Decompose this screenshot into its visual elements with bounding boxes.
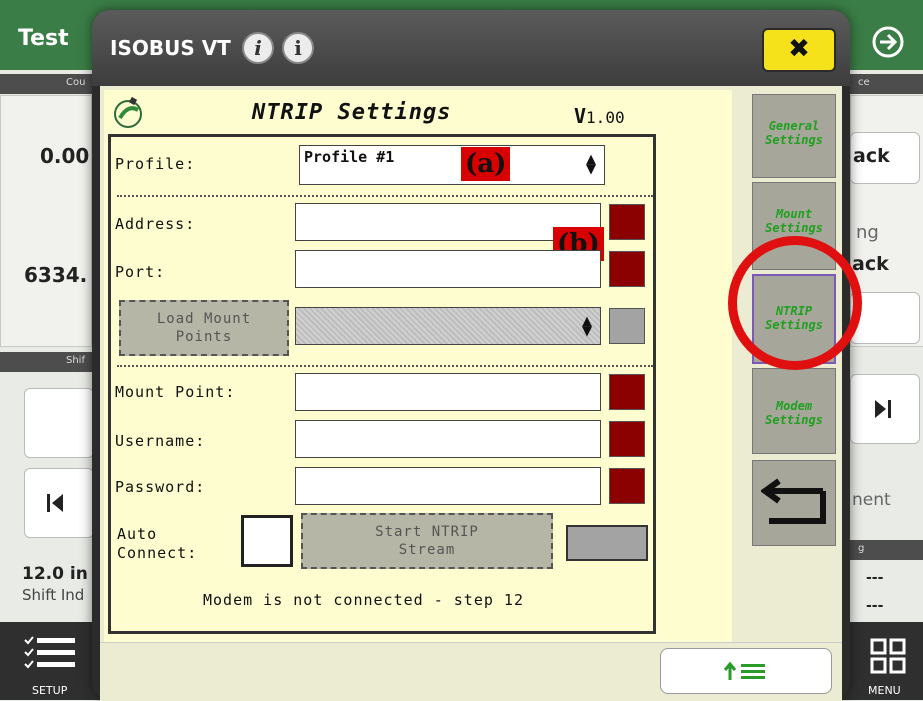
load-mount-points-line2: Points xyxy=(175,329,233,345)
left-blank-button[interactable] xyxy=(24,388,94,458)
up-down-arrows-icon: ▲ ▼ xyxy=(582,314,592,339)
auto-connect-checkbox[interactable] xyxy=(241,515,293,567)
softkey-label: Settings xyxy=(765,413,823,427)
softkey-modem-settings[interactable]: Modem Settings xyxy=(752,368,836,454)
username-status-indicator xyxy=(609,421,645,457)
mount-point-label: Mount Point: xyxy=(115,383,236,401)
auto-connect-line2: Connect: xyxy=(117,544,198,562)
password-label: Password: xyxy=(115,478,206,496)
up-down-arrows-icon: ▲ ▼ xyxy=(586,152,596,177)
password-input[interactable] xyxy=(295,467,601,505)
profile-label: Profile: xyxy=(115,155,196,173)
menu-button[interactable]: MENU xyxy=(862,634,914,697)
previous-track-button[interactable] xyxy=(24,468,94,538)
app-title: Test xyxy=(18,26,69,51)
softkey-label: Modem xyxy=(775,399,813,413)
divider xyxy=(117,365,653,367)
dashes-1: --- xyxy=(866,570,884,586)
menu-label: MENU xyxy=(868,684,901,697)
left-value-1: 0.00 xyxy=(40,144,90,168)
info-icon[interactable]: i xyxy=(242,32,274,64)
right-column-header: ce xyxy=(850,74,923,94)
softkey-label: Settings xyxy=(765,221,823,235)
highlight-ring xyxy=(728,236,862,370)
close-button[interactable]: ✖ xyxy=(762,28,836,72)
vt-title: ISOBUS VT xyxy=(110,36,231,60)
address-status-indicator xyxy=(609,204,645,240)
profile-select[interactable]: Profile #1 ▲ ▼ xyxy=(299,145,605,185)
isobus-vt-window: ISOBUS VT i i ✖ NTRIP Settings V1.00 Pro… xyxy=(92,10,862,701)
version-number: 1.00 xyxy=(586,108,625,127)
profile-value: Profile #1 xyxy=(304,148,395,166)
softkey-back[interactable] xyxy=(752,460,836,546)
status-message: Modem is not connected - step 12 xyxy=(203,591,524,609)
version-label: V1.00 xyxy=(574,104,625,128)
username-label: Username: xyxy=(115,432,206,450)
width-value: 12.0 in xyxy=(22,564,88,584)
softkey-label: General xyxy=(768,119,820,133)
softkey-label: Settings xyxy=(765,133,823,147)
right-strip: g xyxy=(850,540,923,560)
track-label-2: ack xyxy=(852,253,889,275)
skip-forward-icon xyxy=(875,400,891,418)
shift-label: Shift Ind xyxy=(22,586,85,604)
callout-a: (a) xyxy=(461,147,511,181)
vt-body: NTRIP Settings V1.00 Profile: Profile #1… xyxy=(100,86,862,701)
setup-button[interactable]: SETUP xyxy=(22,634,78,697)
ntrip-data-mask: NTRIP Settings V1.00 Profile: Profile #1… xyxy=(104,90,732,642)
left-value-2: 6334. xyxy=(24,263,88,287)
load-mount-points-line1: Load Mount xyxy=(156,311,252,327)
checklist-icon xyxy=(24,636,75,669)
dashes-2: --- xyxy=(866,598,884,614)
username-input[interactable] xyxy=(295,420,601,458)
version-prefix: V xyxy=(574,104,587,128)
return-arrow-icon xyxy=(761,478,826,524)
password-status-indicator xyxy=(609,468,645,504)
softkey-label: Mount xyxy=(775,207,813,221)
satellite-logo-icon xyxy=(114,96,142,128)
info-detail-icon[interactable]: i xyxy=(282,32,314,64)
address-label: Address: xyxy=(115,215,196,233)
stream-status-indicator xyxy=(566,525,648,561)
mount-points-select[interactable]: ▲ ▼ xyxy=(295,307,601,345)
vt-titlebar: ISOBUS VT i i ✖ xyxy=(92,10,850,86)
track-button-1[interactable]: ack xyxy=(850,132,920,184)
mount-point-input[interactable] xyxy=(295,373,601,411)
right-word-2: nent xyxy=(852,490,891,510)
softkey-general-settings[interactable]: General Settings xyxy=(752,94,836,178)
start-stream-line1: Start NTRIP xyxy=(375,524,479,540)
auto-connect-label: Auto Connect: xyxy=(117,525,197,563)
skip-back-icon xyxy=(47,494,63,512)
start-stream-line2: Stream xyxy=(398,542,456,558)
mount-points-status-indicator xyxy=(609,308,645,344)
grid-menu-icon xyxy=(870,638,906,674)
right-word-1: ng xyxy=(856,222,879,243)
auto-connect-line1: Auto xyxy=(117,525,158,543)
softkey-scroll-button[interactable] xyxy=(660,648,832,694)
divider xyxy=(117,195,653,197)
start-ntrip-stream-button[interactable]: Start NTRIP Stream xyxy=(301,513,553,569)
track-label-1: ack xyxy=(853,145,890,167)
forward-arrow-icon[interactable] xyxy=(868,22,908,62)
scroll-list-icon xyxy=(723,661,765,680)
settings-form: Profile: Profile #1 ▲ ▼ (a) Address: (b) … xyxy=(108,134,656,634)
mask-title: NTRIP Settings xyxy=(252,100,452,125)
port-status-indicator xyxy=(609,251,645,287)
next-track-button[interactable] xyxy=(850,374,920,444)
mount-point-status-indicator xyxy=(609,374,645,410)
port-label: Port: xyxy=(115,263,166,281)
setup-label: SETUP xyxy=(32,684,68,697)
port-input[interactable] xyxy=(295,250,601,288)
left-info-panel xyxy=(0,95,92,347)
load-mount-points-button[interactable]: Load Mount Points xyxy=(119,300,289,356)
